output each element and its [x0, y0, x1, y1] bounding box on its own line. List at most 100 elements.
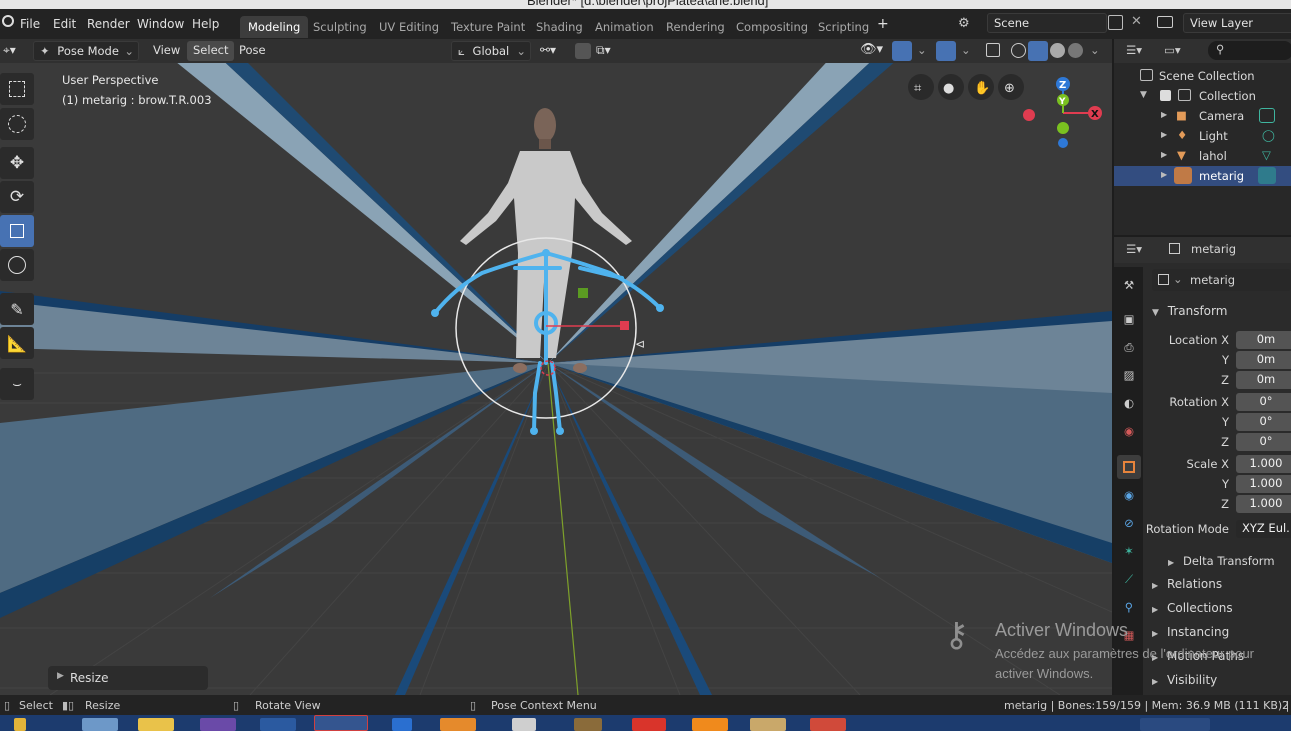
shading-material-icon[interactable] — [1050, 43, 1065, 58]
blender-logo-icon[interactable] — [2, 15, 14, 27]
menu-select[interactable]: Select — [187, 41, 235, 61]
rotate-tool[interactable]: ⟳ — [0, 181, 34, 213]
tab-shading[interactable]: Shading — [528, 16, 591, 38]
expand-triangle-icon[interactable]: ▶ — [1161, 150, 1167, 159]
object-tab[interactable] — [1117, 455, 1141, 479]
scale-x-field[interactable]: 1.000 — [1236, 455, 1291, 473]
scene-name-field[interactable]: Scene — [987, 13, 1107, 33]
constraint-tab[interactable]: ⊘ — [1117, 511, 1141, 535]
menu-file[interactable]: File — [20, 17, 40, 31]
tab-uv-editing[interactable]: UV Editing — [371, 16, 447, 38]
outliner-row-lahol[interactable]: ▶ ▼ lahol ▽ — [1114, 146, 1291, 166]
render-tab[interactable]: ▣ — [1117, 307, 1141, 331]
menu-help[interactable]: Help — [192, 17, 219, 31]
menu-pose[interactable]: Pose — [233, 41, 272, 61]
bone-size-tool[interactable]: ⌣ — [0, 368, 34, 400]
outliner-editor-icon[interactable]: ☰▾ — [1126, 43, 1142, 57]
view-layer-field[interactable]: View Layer — [1183, 13, 1291, 33]
pivot-icon[interactable]: ⚯▾ — [540, 43, 556, 57]
chevron-down-icon[interactable]: ⌄ — [917, 43, 927, 57]
outliner-row-camera[interactable]: ▶ ■ Camera — [1114, 106, 1291, 126]
taskbar-app-icon[interactable] — [14, 718, 26, 731]
last-operator-panel[interactable]: ▶ Resize — [48, 666, 208, 690]
y-handle[interactable] — [578, 288, 588, 298]
camera-view-icon[interactable]: ● — [943, 81, 954, 96]
modifier-tab[interactable]: ◉ — [1117, 483, 1141, 507]
3d-viewport[interactable]: ⊲ X Z Y ⌗ ● ✋ ⊕ User Perspective (1) met… — [0, 63, 1112, 695]
taskbar-app-icon[interactable] — [82, 718, 118, 731]
copy-scene-icon[interactable] — [1108, 15, 1123, 30]
transform-tool[interactable] — [0, 249, 34, 281]
armature-bones[interactable] — [433, 249, 662, 433]
collections-panel[interactable]: ▶ Collections — [1144, 597, 1291, 619]
location-z-field[interactable]: 0m — [1236, 371, 1291, 389]
output-tab[interactable]: ⎙ — [1117, 335, 1141, 359]
outliner-row-metarig[interactable]: ▶ metarig — [1114, 166, 1291, 186]
select-box-tool[interactable] — [0, 73, 34, 105]
world-tab[interactable]: ◉ — [1117, 419, 1141, 443]
rotation-z-field[interactable]: 0° — [1236, 433, 1291, 451]
taskbar-app-icon[interactable] — [750, 718, 786, 731]
annotate-tool[interactable]: ✎ — [0, 293, 34, 325]
pan-hand-icon[interactable]: ✋ — [974, 80, 990, 96]
view-layer-tab[interactable]: ▨ — [1117, 363, 1141, 387]
menu-view[interactable]: View — [147, 41, 186, 61]
light-data-icon[interactable]: ◯ — [1262, 128, 1275, 142]
taskbar-app-icon[interactable] — [632, 718, 666, 731]
cursor-tool[interactable] — [0, 108, 34, 140]
taskbar-app-icon[interactable] — [260, 718, 296, 731]
bone-constraint-tab[interactable]: ⚲ — [1117, 595, 1141, 619]
grid-view-icon[interactable]: ⌗ — [914, 81, 922, 96]
taskbar-app-icon[interactable] — [200, 718, 236, 731]
outliner-row-collection[interactable]: ▼ Collection — [1114, 86, 1291, 106]
mesh-data-icon[interactable]: ▽ — [1262, 148, 1271, 162]
tool-tab[interactable]: ⚒ — [1117, 273, 1141, 297]
expand-triangle-icon[interactable]: ▼ — [1140, 90, 1147, 100]
scale-y-field[interactable]: 1.000 — [1236, 475, 1291, 493]
editor-type-icon[interactable]: ⌖▾ — [3, 43, 16, 58]
scene-icon[interactable]: ⚙ — [958, 16, 974, 31]
move-tool[interactable]: ✥ — [0, 147, 34, 179]
delta-transform-panel[interactable]: ▶ Delta Transform — [1160, 550, 1291, 572]
bone-tab[interactable]: ⟋ — [1117, 567, 1141, 591]
rotation-x-field[interactable]: 0° — [1236, 393, 1291, 411]
taskbar-app-icon[interactable] — [692, 718, 728, 731]
taskbar-folder-icon[interactable] — [138, 718, 174, 731]
taskbar-app-icon[interactable] — [512, 718, 536, 731]
chevron-down-icon[interactable]: ⌄ — [961, 43, 971, 57]
expand-triangle-icon[interactable]: ▶ — [1161, 170, 1167, 179]
measure-tool[interactable]: 📐 — [0, 327, 34, 359]
tab-scripting[interactable]: Scripting — [810, 16, 877, 38]
gizmo-toggle-icon[interactable] — [892, 41, 912, 61]
outliner-search-input[interactable]: ⚲ — [1208, 41, 1291, 60]
chevron-down-icon[interactable]: ⌄ — [1090, 43, 1100, 57]
taskbar-app-icon[interactable] — [810, 718, 846, 731]
tab-sculpting[interactable]: Sculpting — [305, 16, 375, 38]
close-icon[interactable]: ✕ — [1131, 14, 1142, 29]
proportional-edit-icon[interactable]: ⧉▾ — [596, 43, 611, 58]
shading-rendered-icon[interactable] — [1068, 43, 1083, 58]
outliner-row-light[interactable]: ▶ ♦ Light ◯ — [1114, 126, 1291, 146]
overlay-toggle-icon[interactable] — [936, 41, 956, 61]
tab-modeling[interactable]: Modeling — [240, 16, 309, 38]
rotation-mode-dropdown[interactable]: XYZ Eul... — [1236, 520, 1291, 538]
scale-z-field[interactable]: 1.000 — [1236, 495, 1291, 513]
outliner-row-scene-collection[interactable]: Scene Collection — [1114, 66, 1291, 86]
zoom-icon[interactable]: ⊕ — [1004, 81, 1015, 96]
add-workspace-button[interactable]: + — [877, 16, 889, 32]
shading-solid-icon[interactable] — [1028, 41, 1048, 61]
taskbar-app-icon[interactable] — [392, 718, 412, 731]
tab-texture-paint[interactable]: Texture Paint — [443, 16, 533, 38]
snap-icon[interactable] — [575, 43, 591, 59]
expand-triangle-icon[interactable]: ▶ — [1161, 110, 1167, 119]
checkbox-icon[interactable] — [1160, 90, 1171, 101]
menu-window[interactable]: Window — [137, 17, 184, 31]
visibility-panel[interactable]: ▶ Visibility — [1144, 669, 1291, 691]
properties-editor-icon[interactable]: ☰▾ — [1126, 242, 1142, 256]
visibility-icon[interactable]: 👁▾ — [860, 42, 883, 57]
tab-compositing[interactable]: Compositing — [728, 16, 816, 38]
display-mode-icon[interactable]: ▭▾ — [1164, 43, 1181, 57]
expand-triangle-icon[interactable]: ▶ — [1161, 130, 1167, 139]
armature-data-icon[interactable] — [1258, 167, 1276, 184]
menu-edit[interactable]: Edit — [53, 17, 76, 31]
